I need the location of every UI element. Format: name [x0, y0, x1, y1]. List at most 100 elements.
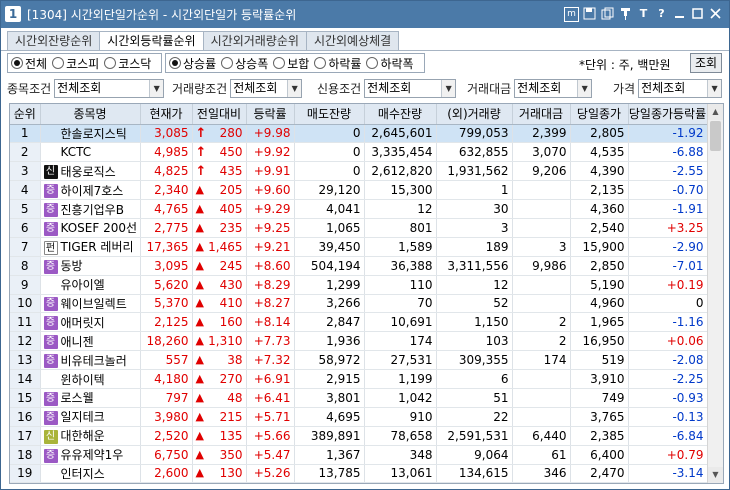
price-select[interactable]: 전체조회 ▼ [638, 78, 723, 98]
up-triangle-icon: ▲ [195, 315, 204, 329]
table-row[interactable]: 6 증 KOSEF 200선 2,775 ▲ 235 +9.25 1,065 801 3 2,540… [10, 218, 708, 238]
stock-name[interactable]: 애니젠 [61, 335, 94, 349]
radio-indicator[interactable] [221, 57, 234, 69]
col-volume[interactable]: (외)거래량 [436, 104, 513, 125]
credit-condition-select[interactable]: 전체조회 ▼ [364, 78, 457, 98]
pin-icon[interactable] [618, 7, 633, 22]
scroll-up-icon[interactable]: ▲ [708, 104, 723, 120]
chevron-down-icon[interactable]: ▼ [707, 79, 722, 97]
volume-condition-select[interactable]: 전체조회 ▼ [230, 78, 303, 98]
table-row[interactable]: 10 증 웨이브일렉트 5,370 ▲ 410 +8.27 3,266 70 52 4,960 0 [10, 294, 708, 314]
scroll-down-icon[interactable]: ▼ [708, 467, 723, 483]
col-price[interactable]: 현재가 [140, 104, 193, 125]
m-icon[interactable]: m [564, 6, 579, 22]
col-change[interactable]: 전일대비 [192, 104, 247, 125]
chevron-down-icon[interactable]: ▼ [149, 79, 164, 97]
minimize-icon[interactable] [672, 7, 687, 22]
table-row[interactable]: 18 증 유유제약1우 6,750 ▲ 350 +5.47 1,367 348 9,064 61 6,… [10, 445, 708, 465]
radio-sort-rise-amount[interactable]: 상승폭 [221, 55, 268, 72]
cell-rate: +9.21 [246, 237, 295, 257]
tab-after-hours-balance[interactable]: 시간외잔량순위 [7, 31, 101, 51]
filter-credit-condition: 신용조건 전체조회 ▼ [317, 78, 457, 98]
col-rate[interactable]: 등락률 [246, 104, 295, 125]
cell-bid-balance: 13,061 [364, 464, 437, 483]
stock-condition-select[interactable]: 전체조회 ▼ [54, 78, 165, 98]
stock-name[interactable]: 로스웰 [61, 391, 94, 405]
chevron-down-icon[interactable]: ▼ [577, 79, 592, 97]
stock-name[interactable]: 비유테크놀러 [61, 354, 127, 368]
stock-name[interactable]: 한솔로지스틱 [61, 127, 127, 141]
stock-name[interactable]: 진흥기업우B [61, 203, 124, 217]
table-row[interactable]: 3 신 태웅로직스 4,825 ↑ 435 +9.91 0 2,612,820 1,931,562… [10, 161, 708, 182]
maximize-icon[interactable] [690, 7, 705, 22]
stock-name[interactable]: 유유제약1우 [61, 448, 124, 462]
table-row[interactable]: 7 펀 TIGER 레버리 17,365 ▲ 1,465 +9.21 39,450 1,589 1… [10, 237, 708, 257]
col-ask-balance[interactable]: 매도잔량 [294, 104, 365, 125]
scroll-thumb[interactable] [710, 121, 721, 151]
table-row[interactable]: 14 윈하이텍 4,180 ▲ 270 +6.91 2,915 1,199 6 3,910 -2.2… [10, 369, 708, 389]
radio-sort-flat[interactable]: 보합 [273, 55, 309, 72]
col-bid-balance[interactable]: 매수잔량 [364, 104, 437, 125]
stock-name[interactable]: 인터지스 [61, 467, 105, 481]
table-row[interactable]: 4 증 하이제7호스 2,340 ▲ 205 +9.60 29,120 15,300 1 2,135… [10, 180, 708, 201]
close-icon[interactable] [708, 7, 723, 22]
help-icon[interactable]: ? [654, 7, 669, 22]
trade-amount-select[interactable]: 전체조회 ▼ [514, 78, 593, 98]
vertical-scrollbar[interactable]: ▲ ▼ [707, 104, 723, 483]
stock-name[interactable]: 애머릿지 [61, 316, 105, 330]
radio-sort-fall-rate[interactable]: 하락률 [314, 55, 361, 72]
col-name[interactable]: 종목명 [40, 104, 141, 125]
stock-name[interactable]: 유아이엘 [61, 278, 105, 292]
select-value: 전체조회 [233, 80, 278, 95]
stock-name[interactable]: 웨이브일렉트 [61, 297, 127, 311]
col-close-rate[interactable]: 당일종가등락률 [628, 104, 708, 125]
tab-after-hours-expected[interactable]: 시간외예상체결 [305, 31, 400, 51]
radio-indicator[interactable] [314, 57, 327, 69]
table-row[interactable]: 8 증 동방 3,095 ▲ 245 +8.60 504,194 36,388 3,311,556… [10, 256, 708, 276]
table-row[interactable]: 15 증 로스웰 797 ▲ 48 +6.41 3,801 1,042 51 749 -0.93 [10, 388, 708, 408]
col-rank[interactable]: 순위 [10, 104, 41, 125]
radio-indicator[interactable] [273, 57, 286, 69]
radio-sort-rise-rate[interactable]: 상승률 [169, 55, 216, 72]
stock-name[interactable]: 동방 [61, 259, 83, 273]
table-row[interactable]: 20증코오롱생명과31,500▲1,550+5.1867911534129,95… [10, 482, 708, 483]
query-button[interactable]: 조회 [690, 53, 722, 73]
stock-name[interactable]: 윈하이텍 [61, 373, 105, 387]
table-row[interactable]: 17 신 대한해운 2,520 ▲ 135 +5.66 389,891 78,658 2,591,… [10, 426, 708, 446]
text-icon[interactable]: T [636, 7, 651, 22]
chevron-down-icon[interactable]: ▼ [287, 79, 302, 97]
stock-name[interactable]: TIGER 레버리 [61, 240, 134, 254]
radio-indicator[interactable] [104, 57, 117, 69]
radio-indicator[interactable] [52, 57, 65, 69]
table-row[interactable]: 2 KCTC 4,985 ↑ 450 +9.92 0 3,335,454 632,855 3,07… [10, 142, 708, 163]
table-row[interactable]: 16 증 일지테크 3,980 ▲ 215 +5.71 4,695 910 22 3,765 -0.1… [10, 407, 708, 427]
radio-sort-fall-amount[interactable]: 하락폭 [366, 55, 414, 72]
col-amount[interactable]: 거래대금 [512, 104, 571, 125]
tab-divider [1, 50, 729, 51]
chevron-down-icon[interactable]: ▼ [441, 79, 456, 97]
tab-after-hours-volume[interactable]: 시간외거래량순위 [202, 31, 307, 51]
tab-after-hours-rate[interactable]: 시간외등락률순위 [99, 31, 204, 51]
table-row[interactable]: 19 인터지스 2,600 ▲ 130 +5.26 13,785 13,061 134,615 3… [10, 464, 708, 483]
radio-market-kospi[interactable]: 코스피 [52, 55, 99, 72]
table-row[interactable]: 9 유아이엘 5,620 ▲ 430 +8.29 1,299 110 12 5,190 +0.19 [10, 275, 708, 295]
radio-indicator[interactable] [11, 57, 23, 69]
table-row[interactable]: 1 한솔로지스틱 3,085 ↑ 280 +9.98 0 2,645,601 799,053 2,… [10, 124, 708, 144]
radio-market-all[interactable]: 전체 [11, 55, 47, 72]
stock-name[interactable]: KCTC [61, 145, 92, 159]
radio-indicator[interactable] [366, 57, 379, 69]
stock-name[interactable]: 하이제7호스 [61, 184, 124, 198]
stock-name[interactable]: 일지테크 [61, 410, 105, 424]
table-row[interactable]: 12 증 애니젠 18,260 ▲ 1,310 +7.73 1,936 174 103 2 16,95… [10, 331, 708, 352]
table-row[interactable]: 5 증 진흥기업우B 4,765 ▲ 405 +9.29 4,041 12 30 4,360 -1.9… [10, 199, 708, 219]
save-icon[interactable] [582, 7, 597, 22]
table-row[interactable]: 13 증 비유테크놀러 557 ▲ 38 +7.32 58,972 27,531 309,355 1… [10, 350, 708, 371]
table-row[interactable]: 11 증 애머릿지 2,125 ▲ 160 +8.14 2,847 10,691 1,150 2 1,… [10, 312, 708, 333]
radio-market-kosdaq[interactable]: 코스닥 [104, 55, 151, 72]
col-close[interactable]: 당일종가 [570, 104, 629, 125]
stock-name[interactable]: KOSEF 200선 [61, 221, 138, 235]
radio-indicator[interactable] [169, 57, 181, 69]
stock-name[interactable]: 태웅로직스 [61, 165, 116, 179]
stock-name[interactable]: 대한해운 [61, 429, 105, 443]
copy-icon[interactable] [600, 7, 615, 22]
